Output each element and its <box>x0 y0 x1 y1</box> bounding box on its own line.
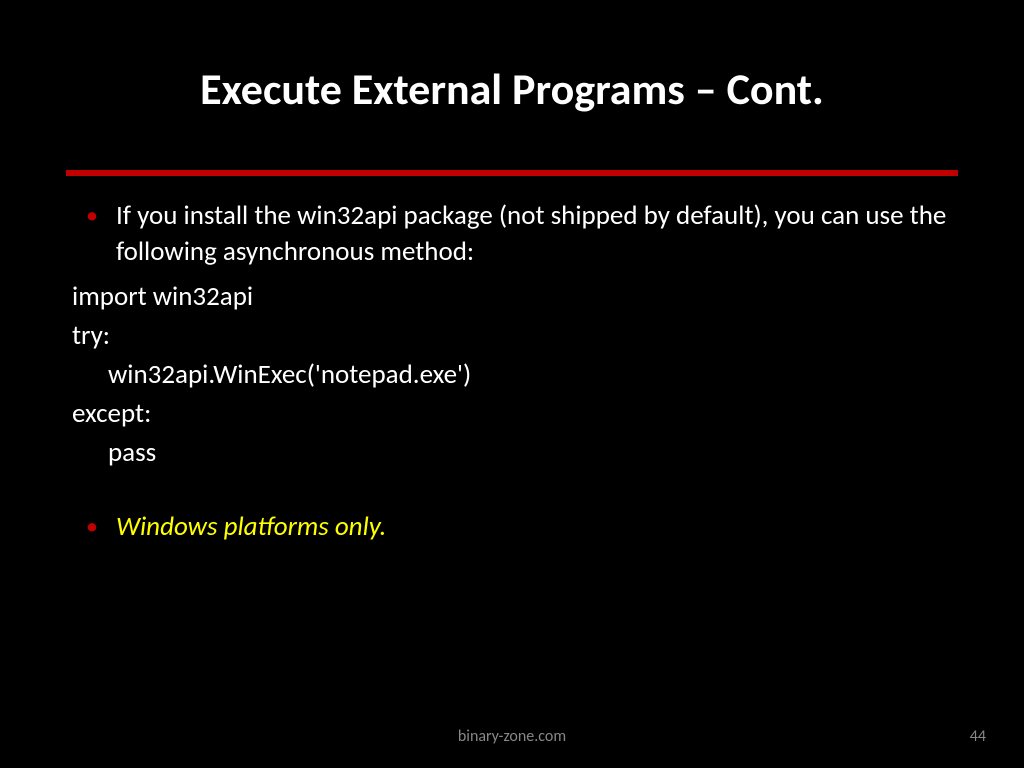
bullet-text: If you install the win32api package (not… <box>116 198 952 271</box>
slide-title: Execute External Programs – Cont. <box>0 62 1024 116</box>
slide-content: • If you install the win32api package (n… <box>72 198 952 551</box>
code-line: try: <box>72 316 952 355</box>
bullet-item: • If you install the win32api package (n… <box>72 198 952 271</box>
page-number: 44 <box>970 727 986 746</box>
code-line: pass <box>108 433 952 472</box>
bullet-icon: • <box>86 509 98 545</box>
code-line: import win32api <box>72 277 952 316</box>
title-divider <box>66 170 958 176</box>
code-line: except: <box>72 394 952 433</box>
slide: Execute External Programs – Cont. • If y… <box>0 0 1024 768</box>
bullet-note: Windows platforms only. <box>116 509 952 545</box>
code-line: win32api.WinExec('notepad.exe') <box>108 355 952 394</box>
bullet-icon: • <box>86 198 98 234</box>
footer-site: binary-zone.com <box>0 727 1024 746</box>
bullet-item: • Windows platforms only. <box>72 509 952 545</box>
spacer <box>72 473 952 509</box>
